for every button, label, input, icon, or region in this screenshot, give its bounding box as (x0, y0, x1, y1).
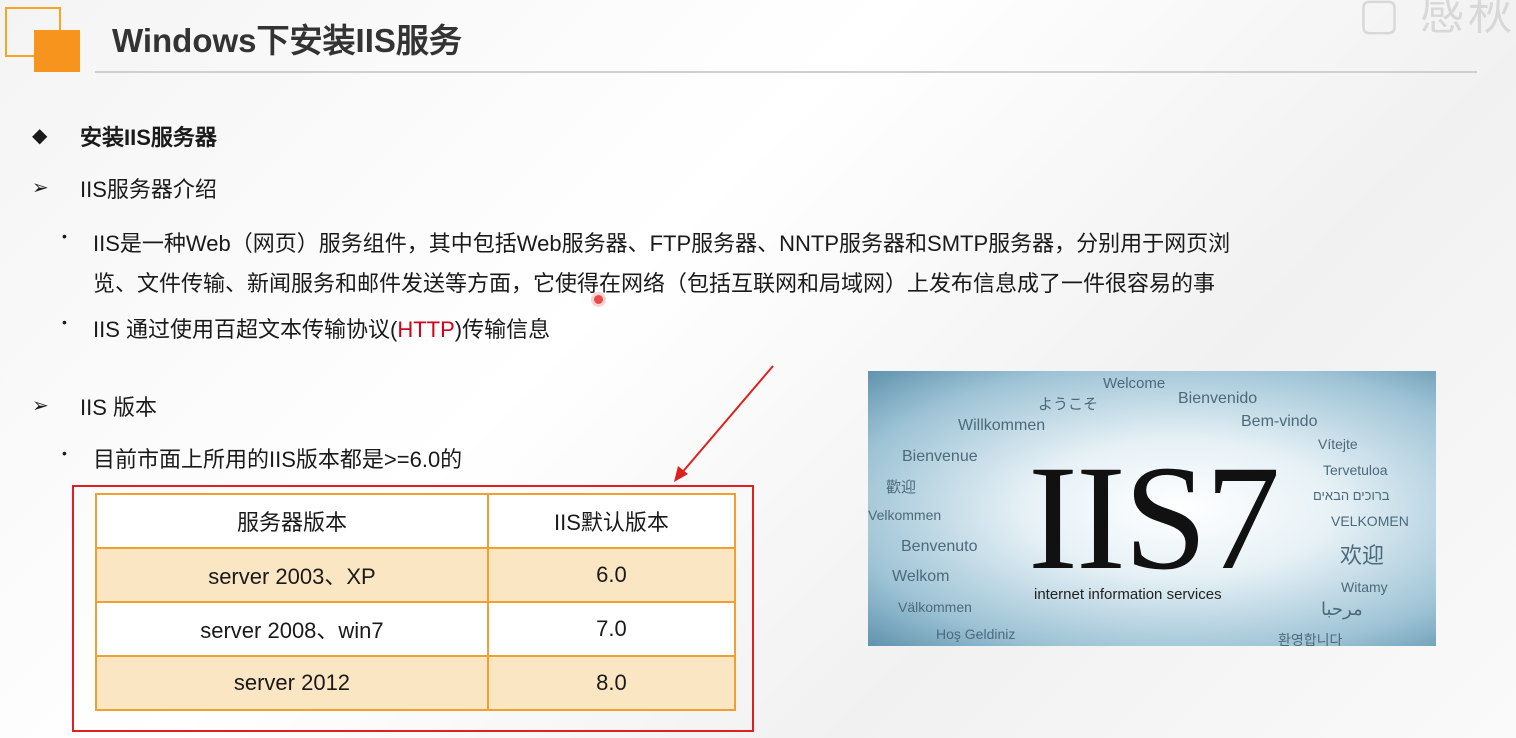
iis7-logo: IIS7 (1028, 435, 1280, 601)
page-title: Windows下安装IIS服务 (112, 22, 462, 59)
welcome-word: Bienvenue (902, 448, 978, 465)
table-header-cell: 服务器版本 (95, 493, 489, 549)
welcome-word: Tervetuloa (1323, 462, 1388, 478)
welcome-word: Bienvenido (1178, 390, 1258, 407)
welcome-word: ברוכים הבאים (1313, 488, 1390, 503)
table-row: server 2012 8.0 (95, 655, 737, 711)
pointer-cursor-icon (594, 295, 603, 304)
dot-bullet-icon: • (62, 228, 67, 244)
section-heading-install: 安装IIS服务器 (80, 125, 217, 150)
table-header-row: 服务器版本 IIS默认版本 (95, 493, 737, 549)
iis7-subtitle: internet information services (1034, 586, 1222, 603)
arrow-bullet-icon: ➢ (32, 395, 49, 417)
welcome-word: Benvenuto (901, 538, 978, 555)
welcome-word: Vítejte (1318, 436, 1358, 452)
http-text: IIS 通过使用百超文本传输协议(HTTP)传输信息 (93, 312, 550, 344)
table-row: server 2003、XP 6.0 (95, 547, 737, 603)
dot-bullet-icon: • (62, 445, 67, 461)
welcome-word: Willkommen (958, 417, 1046, 434)
iis7-image: Welcome ようこそ Bienvenido Willkommen Bem-v… (868, 371, 1436, 646)
table-cell: 6.0 (486, 547, 737, 603)
arrow-bullet-icon: ➢ (32, 177, 49, 199)
intro-text-line-2: 览、文件传输、新闻服务和邮件发送等方面，它使得在网络（包括互联网和局域网）上发布… (93, 271, 1216, 296)
welcome-word: مرحبا (1321, 599, 1363, 619)
welcome-word: Witamy (1341, 579, 1388, 595)
welcome-word: 歡迎 (886, 479, 917, 496)
logo-fill (34, 30, 80, 72)
table-row: server 2008、win7 7.0 (95, 601, 737, 657)
red-arrow-icon (674, 365, 774, 482)
table-cell: 7.0 (486, 601, 737, 657)
title-divider (95, 71, 1477, 73)
http-highlight: HTTP (397, 317, 455, 342)
welcome-word: VELKOMEN (1331, 513, 1409, 529)
http-suffix: )传输信息 (454, 317, 551, 342)
table-header-cell: IIS默认版本 (486, 493, 737, 549)
section-heading-intro: IIS服务器介绍 (80, 177, 217, 202)
table-cell: server 2008、win7 (95, 601, 489, 657)
intro-text-line-1: IIS是一种Web（网页）服务组件，其中包括Web服务器、FTP服务器、NNTP… (93, 231, 1231, 256)
section-heading-version: IIS 版本 (80, 395, 158, 420)
welcome-word: Welcome (1103, 375, 1166, 392)
welcome-word: Bem-vindo (1241, 413, 1318, 430)
version-note: 目前市面上所用的IIS版本都是>=6.0的 (93, 447, 463, 472)
diamond-bullet-icon: ◆ (32, 125, 48, 147)
welcome-word: 환영합니다 (1278, 632, 1343, 646)
welcome-word: ようこそ (1038, 396, 1099, 413)
http-prefix: IIS 通过使用百超文本传输协议( (93, 317, 398, 342)
welcome-word: Hoş Geldiniz (936, 626, 1016, 642)
dot-bullet-icon: • (62, 314, 67, 330)
watermark: ▢ 感秋 (1358, 0, 1516, 39)
table-cell: 8.0 (486, 655, 737, 711)
table-cell: server 2003、XP (95, 547, 489, 603)
iis-version-table: 服务器版本 IIS默认版本 server 2003、XP 6.0 server … (95, 493, 737, 711)
welcome-word: 欢迎 (1340, 543, 1385, 568)
welcome-word: Welkom (892, 568, 950, 585)
table-cell: server 2012 (95, 655, 489, 711)
welcome-word: Välkommen (898, 599, 972, 615)
welcome-word: Velkommen (868, 507, 942, 523)
